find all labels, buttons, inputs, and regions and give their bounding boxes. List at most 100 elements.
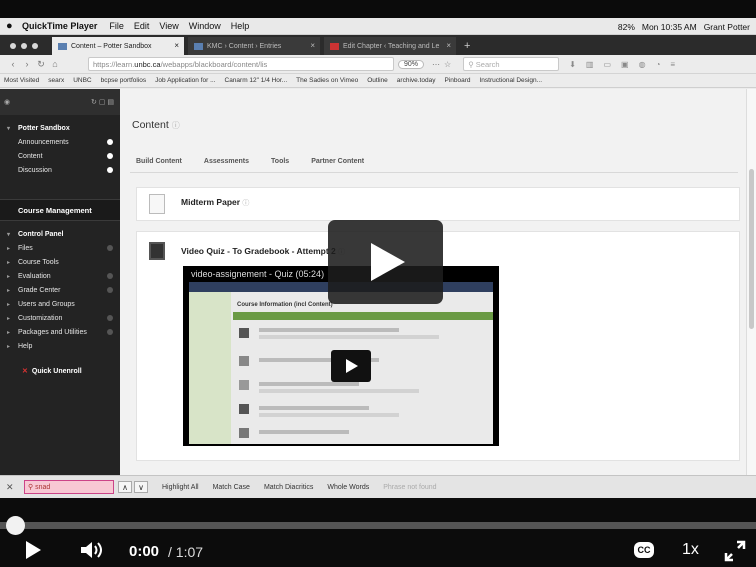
quick-unenroll: ✕ Quick Unenroll — [22, 367, 82, 376]
page-scrollbar — [746, 89, 756, 475]
item-title: Midterm Paper ⓘ — [181, 197, 250, 207]
assessments-menu: Assessments — [203, 158, 250, 165]
clock: Mon 10:35 AM — [641, 21, 697, 32]
bookmark-item: searx — [48, 77, 65, 84]
sidebar-item-customization: ▸ Customization — [0, 311, 120, 325]
embedded-play-icon — [331, 350, 371, 382]
sidebar-item-users-groups: ▸ Users and Groups — [7, 300, 75, 308]
browser-toolbar: ‹ › ↻ ⌂ https://learn. unbc.ca/webapps/bl… — [0, 55, 756, 74]
sidebar-item-content: Content — [0, 149, 120, 163]
sidebar-item-course-tools: ▸ Course Tools — [7, 258, 59, 266]
search-input: ⚲ Search — [463, 57, 560, 71]
sidebar-item-grade-center: ▸ Grade Center — [0, 283, 120, 297]
bookmark-item: Pinboard — [444, 77, 471, 84]
apple-icon: ● — [6, 20, 13, 32]
window-controls — [0, 43, 48, 55]
top-letterbox — [0, 0, 756, 18]
document-icon — [149, 194, 165, 214]
url-bar: https://learn. unbc.ca/webapps/blackboard… — [88, 57, 394, 71]
match-case-option: Match Case — [212, 483, 250, 491]
bookmark-item: Outline — [367, 77, 388, 84]
reload-icon: ↻ — [37, 58, 45, 69]
search-icon: ⚲ — [468, 59, 476, 69]
close-icon: × — [446, 41, 451, 50]
big-play-button[interactable] — [328, 220, 443, 304]
play-icon — [371, 243, 405, 281]
duration: / 1:07 — [168, 544, 204, 560]
action-bar: Build Content Assessments Tools Partner … — [130, 151, 738, 173]
sidebar-course-title: ▾ Potter Sandbox — [7, 124, 70, 132]
bookmark-item: bcpse portfolios — [100, 77, 147, 84]
video-player: ● QuickTime Player File Edit View Window… — [0, 0, 756, 567]
forward-icon: › — [25, 59, 29, 69]
menu-view: View — [159, 21, 179, 31]
zoom-level: 90% — [398, 59, 425, 69]
menu-edit: Edit — [133, 21, 150, 31]
playback-speed-button[interactable]: 1x — [682, 541, 699, 559]
menu-window: Window — [188, 21, 221, 31]
progress-knob[interactable] — [6, 516, 25, 535]
sidebar-item-announcements: Announcements — [0, 135, 120, 149]
menubar-status: 82% Mon 10:35 AM Grant Potter — [611, 18, 750, 35]
menu-file: File — [109, 21, 124, 31]
info-icon: ⓘ — [171, 121, 180, 130]
tab-content: Content – Potter Sandbox × — [52, 37, 184, 55]
search-icon: ⚲ — [28, 484, 36, 491]
sidebar-item-packages: ▸ Packages and Utilities — [0, 325, 120, 339]
find-input: ⚲ snad — [24, 480, 114, 494]
tab-favicon — [194, 42, 203, 50]
chevron-up-icon: ∧ — [118, 481, 132, 493]
unenroll-icon: ✕ — [22, 368, 28, 375]
tab-favicon — [330, 42, 339, 50]
video-clapper-icon — [149, 242, 165, 260]
find-bar: ✕ ⚲ snad ∧ ∨ Highlight All Match Case Mat… — [0, 475, 756, 498]
new-tab-icon: + — [464, 40, 471, 52]
page-title: Content ⓘ — [132, 119, 180, 131]
close-icon: × — [310, 41, 315, 50]
bookmark-item: Job Application for ... — [155, 77, 216, 84]
play-button[interactable] — [26, 541, 41, 559]
tools-menu: Tools — [271, 158, 290, 165]
tab-kmc: KMC › Content › Entries × — [188, 37, 320, 55]
highlight-all-option: Highlight All — [162, 483, 199, 491]
home-icon: ⌂ — [52, 59, 58, 69]
course-sidebar: ◉ ↻ ▢ ▤ ▾ Potter Sandbox Announcements Con… — [0, 89, 120, 475]
bookmark-item: UNBC — [73, 77, 92, 84]
toolbar-icons: ⬇ ▥ ▭ ▣ ◍ ◔ ≡ — [569, 59, 676, 69]
sidebar-item-evaluation: ▸ Evaluation — [0, 269, 120, 283]
progress-track[interactable] — [0, 522, 756, 529]
tab-favicon — [58, 42, 67, 50]
embedded-video-title: video-assignement - Quiz (05:24) — [191, 269, 325, 279]
user-name: Grant Potter — [703, 21, 750, 32]
bookmark-item: The Sadies on Vimeo — [296, 77, 359, 84]
whole-words-option: Whole Words — [327, 483, 370, 491]
partner-content-menu: Partner Content — [311, 158, 365, 165]
build-content-menu: Build Content — [136, 158, 182, 165]
page-actions-icon: ⋯☆ — [432, 59, 456, 69]
chevron-down-icon: ∨ — [134, 481, 148, 493]
item-title: Video Quiz - To Gradebook - Attempt 2 ⓘ — [181, 246, 345, 256]
sidebar-toolbar: ◉ ↻ ▢ ▤ — [0, 89, 120, 115]
content-item-midterm: Midterm Paper ⓘ — [136, 187, 740, 221]
close-icon: × — [174, 41, 179, 50]
app-name: QuickTime Player — [22, 21, 98, 31]
browser-tabbar: Content – Potter Sandbox × KMC › Content … — [0, 35, 756, 55]
find-status: Phrase not found — [383, 483, 437, 491]
sidebar-item-files: ▸ Files — [0, 241, 120, 255]
bookmark-item: Canarm 12" 1/4 Hor... — [224, 77, 288, 84]
battery-level: 82% — [617, 21, 635, 32]
bookmark-item: Most Visited — [4, 77, 40, 84]
current-time: 0:00 — [129, 543, 160, 560]
player-controls: 0:00 / 1:07 CC 1x — [0, 498, 756, 567]
bookmark-item: Instructional Design... — [479, 77, 543, 84]
match-diacritics-option: Match Diacritics — [263, 483, 314, 491]
menu-help: Help — [230, 21, 250, 31]
find-navigation: ∧ ∨ — [118, 481, 148, 493]
sidebar-item-discussion: Discussion — [0, 163, 120, 177]
embedded-heading: Course Information (incl Content) — [237, 302, 333, 308]
bookmarks-bar: Most Visited searx UNBC bcpse portfolios… — [0, 74, 756, 88]
fullscreen-icon[interactable] — [724, 540, 746, 562]
tab-edit-chapter: Edit Chapter ‹ Teaching and Le × — [324, 37, 456, 55]
closed-captions-button[interactable]: CC — [634, 542, 654, 558]
volume-icon[interactable] — [80, 540, 106, 560]
